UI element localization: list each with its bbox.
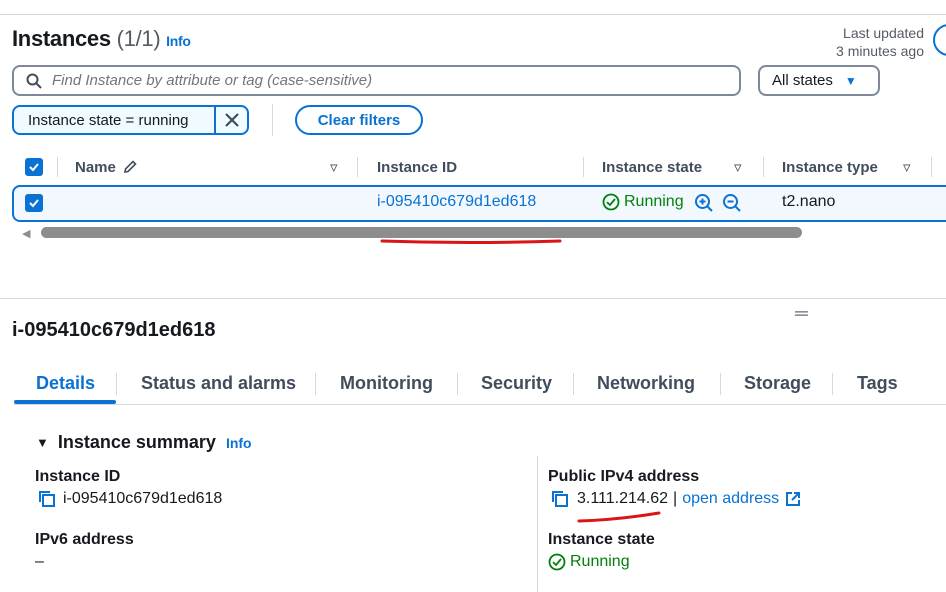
column-divider	[763, 157, 764, 177]
page-title: Instances (1/1) Info	[12, 26, 191, 51]
search-input[interactable]	[52, 72, 702, 89]
last-updated: Last updated 3 minutes ago	[836, 25, 924, 59]
states-select[interactable]: All states ▼	[758, 65, 880, 96]
row-checkbox[interactable]	[25, 194, 43, 212]
copy-icon[interactable]	[38, 490, 56, 508]
instance-state-cell: Running	[602, 193, 684, 211]
instance-id-label: Instance ID	[35, 468, 121, 485]
sort-icon[interactable]: ▿	[330, 152, 338, 182]
column-header-instance-type[interactable]: Instance type	[782, 152, 878, 182]
split-panel-divider	[0, 298, 946, 299]
instance-state-value: Running	[548, 553, 630, 571]
column-divider	[931, 157, 932, 177]
remove-filter-button[interactable]	[216, 113, 247, 127]
ipv6-value: –	[35, 553, 44, 570]
annotation-underline	[577, 511, 661, 523]
ipv6-label: IPv6 address	[35, 531, 134, 548]
column-divider	[583, 157, 584, 177]
zoom-in-icon[interactable]	[694, 193, 714, 213]
column-header-instance-state[interactable]: Instance state	[602, 152, 702, 182]
tab-storage[interactable]: Storage	[744, 367, 811, 399]
check-icon	[29, 163, 39, 172]
column-divider	[357, 157, 358, 177]
detail-title: i-095410c679d1ed618	[12, 319, 216, 341]
copy-icon[interactable]	[551, 490, 569, 508]
close-icon	[224, 113, 239, 127]
search-field[interactable]	[12, 65, 741, 96]
public-ipv4-value: 3.111.214.62 | open address	[551, 490, 801, 508]
section-instance-summary[interactable]: ▼ Instance summary Info	[36, 432, 252, 453]
instance-count: (1/1)	[116, 26, 161, 51]
column-divider	[57, 157, 58, 177]
select-all-checkbox[interactable]	[25, 152, 43, 182]
external-link-icon[interactable]	[785, 491, 801, 507]
success-icon	[548, 553, 566, 571]
check-icon	[29, 199, 39, 208]
tab-networking[interactable]: Networking	[597, 367, 695, 399]
caret-down-icon: ▼	[844, 73, 857, 88]
tab-status-and-alarms[interactable]: Status and alarms	[141, 367, 296, 399]
column-header-instance-id[interactable]: Instance ID	[377, 152, 457, 182]
top-divider	[0, 14, 946, 15]
instance-type-cell: t2.nano	[782, 193, 836, 210]
column-divider	[537, 456, 538, 592]
success-icon	[602, 193, 620, 211]
tabs-divider	[14, 404, 946, 405]
zoom-out-icon[interactable]	[722, 193, 742, 213]
clear-filters-button[interactable]: Clear filters	[295, 105, 423, 135]
drag-handle-icon[interactable]: ═	[795, 303, 808, 324]
public-ipv4-label: Public IPv4 address	[548, 468, 700, 485]
refresh-button[interactable]	[933, 24, 946, 56]
caret-down-icon: ▼	[36, 435, 49, 450]
scroll-left-arrow[interactable]: ◀	[22, 227, 30, 240]
filter-token-label: Instance state = running	[14, 107, 216, 133]
tab-monitoring[interactable]: Monitoring	[340, 367, 433, 399]
instance-id-link[interactable]: i-095410c679d1ed618	[377, 193, 536, 211]
info-link[interactable]: Info	[166, 33, 191, 49]
filter-divider	[272, 104, 273, 136]
tab-tags[interactable]: Tags	[857, 367, 898, 399]
annotation-underline	[380, 239, 562, 244]
instance-state-label: Instance state	[548, 531, 655, 548]
tab-security[interactable]: Security	[481, 367, 552, 399]
detail-tabs: Details Status and alarms Monitoring Sec…	[14, 367, 946, 405]
column-header-name[interactable]: Name	[75, 152, 138, 182]
tab-details[interactable]: Details	[36, 367, 95, 399]
public-ip-text: 3.111.214.62	[577, 490, 669, 507]
edit-icon	[123, 160, 137, 173]
instance-id-value: i-095410c679d1ed618	[38, 490, 222, 508]
filter-token: Instance state = running	[12, 105, 249, 135]
info-link[interactable]: Info	[226, 435, 252, 451]
search-icon	[26, 73, 42, 89]
open-address-link[interactable]: open address	[682, 490, 779, 508]
sort-icon[interactable]: ▿	[734, 152, 742, 182]
sort-icon[interactable]: ▿	[903, 152, 911, 182]
